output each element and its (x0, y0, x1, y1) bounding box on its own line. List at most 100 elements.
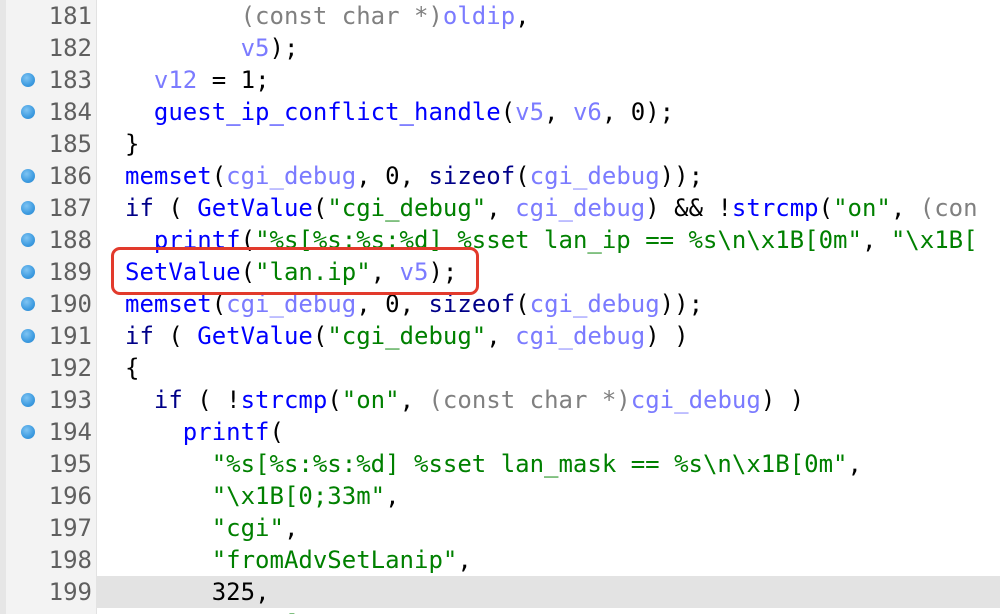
punct-token (125, 386, 154, 414)
code-line[interactable]: 191 if ( GetValue("cgi_debug", cgi_debug)… (0, 320, 1000, 352)
code-text[interactable]: 325, (125, 576, 270, 608)
code-text[interactable]: memset(cgi_debug, 0, sizeof(cgi_debug)); (125, 160, 703, 192)
punct-token: ( (515, 162, 530, 190)
variable-token: v6 (572, 98, 602, 126)
code-line[interactable]: 197 "cgi", (0, 512, 1000, 544)
code-text[interactable]: if ( !strcmp("on", (const char *)cgi_deb… (125, 384, 804, 416)
punct-token: ( (211, 290, 227, 318)
breakpoint-dot-icon[interactable] (21, 265, 35, 279)
code-text[interactable]: v12 = 1; (125, 64, 270, 96)
code-line[interactable]: 193 if ( !strcmp("on", (const char *)cgi… (0, 384, 1000, 416)
function-token: printf (153, 226, 241, 254)
breakpoint-dot-icon[interactable] (21, 233, 35, 247)
code-line[interactable]: 189 SetValue("lan.ip", v5); (0, 256, 1000, 288)
breakpoint-dot-icon[interactable] (21, 201, 35, 215)
punct-token: , (342, 610, 356, 614)
punct-token: ( (240, 258, 256, 286)
punct-token: , (601, 98, 631, 126)
code-text[interactable]: (const char *)oldip, (125, 0, 530, 32)
code-text[interactable]: if ( GetValue("cgi_debug", cgi_debug) &&… (125, 192, 978, 224)
breakpoint-dot-icon[interactable] (21, 425, 35, 439)
breakpoint-dot-icon[interactable] (21, 393, 35, 407)
code-text[interactable]: "\x1B[0;33m", (125, 480, 400, 512)
code-line[interactable]: 198 "fromAdvSetLanip", (0, 544, 1000, 576)
code-line[interactable]: 181 (const char *)oldip, (0, 0, 1000, 32)
number-token: 0 (385, 290, 400, 318)
string-token: "fromAdvSetLanip" (211, 546, 458, 574)
punct-token (125, 578, 212, 606)
punct-token: , (399, 162, 429, 190)
code-line[interactable]: 194 printf( (0, 416, 1000, 448)
code-text[interactable]: v5); (125, 32, 299, 64)
code-line[interactable]: 190 memset(cgi_debug, 0, sizeof(cgi_debug… (0, 288, 1000, 320)
code-line[interactable]: 184 guest_ip_conflict_handle(v5, v6, 0); (0, 96, 1000, 128)
code-line[interactable]: 188 printf("%s[%s:%s:%d] %sset lan_ip ==… (0, 224, 1000, 256)
code-line[interactable]: 187 if ( GetValue("cgi_debug", cgi_debug)… (0, 192, 1000, 224)
code-line[interactable]: "\x1B[0m", (0, 608, 1000, 614)
number-token: 325 (211, 578, 256, 606)
code-text[interactable]: SetValue("lan.ip", v5); (125, 256, 457, 288)
code-text[interactable]: "%s[%s:%s:%d] %sset lan_mask == %s\n\x1B… (125, 448, 862, 480)
breakpoint-dot-icon[interactable] (21, 297, 35, 311)
code-text[interactable]: memset(cgi_debug, 0, sizeof(cgi_debug)); (125, 288, 703, 320)
code-text[interactable]: "fromAdvSetLanip", (125, 544, 472, 576)
breakpoint-dot-icon[interactable] (21, 329, 35, 343)
code-text[interactable]: } (125, 128, 139, 160)
cast-token: (const char *) (428, 386, 631, 414)
code-line[interactable]: 199 325, (0, 576, 1000, 608)
string-token: "lan.ip" (255, 258, 371, 286)
punct-token (125, 450, 212, 478)
breakpoint-dot-icon[interactable] (21, 73, 35, 87)
punct-token: ) ) (760, 386, 805, 414)
line-number: 191 (48, 322, 92, 350)
breakpoint-dot-icon[interactable] (21, 105, 35, 119)
code-text[interactable]: { (125, 352, 139, 384)
string-token: "%s[%s:%s:%d] %sset lan_ip == %s\n\x1B[0… (255, 226, 862, 254)
function-token: SetValue (125, 258, 241, 286)
code-line[interactable]: 196 "\x1B[0;33m", (0, 480, 1000, 512)
function-token: memset (125, 290, 212, 318)
code-text[interactable]: "cgi", (125, 512, 299, 544)
code-line[interactable]: 192 { (0, 352, 1000, 384)
code-line[interactable]: 183 v12 = 1; (0, 64, 1000, 96)
breakpoint-dot-icon[interactable] (21, 169, 35, 183)
code-text[interactable]: printf( (125, 416, 284, 448)
code-line[interactable]: 182 v5); (0, 32, 1000, 64)
punct-token: ( (240, 226, 256, 254)
code-text[interactable]: "\x1B[0m", (125, 608, 357, 614)
punct-token: , (370, 258, 400, 286)
code-line[interactable]: 186 memset(cgi_debug, 0, sizeof(cgi_debug… (0, 160, 1000, 192)
code-line[interactable]: 185} (0, 128, 1000, 160)
punct-token: , (457, 546, 472, 574)
punct-token: = (197, 66, 241, 94)
cast-token: (con (919, 194, 978, 222)
punct-token: ( ! (182, 386, 241, 414)
code-text[interactable]: guest_ip_conflict_handle(v5, v6, 0); (125, 96, 674, 128)
string-token: "on" (341, 386, 400, 414)
code-text[interactable]: if ( GetValue("cgi_debug", cgi_debug) ) (125, 320, 689, 352)
keyword-token: if (153, 386, 183, 414)
punct-token: ( (818, 194, 834, 222)
punct-token: , (399, 290, 429, 318)
punct-token (125, 610, 212, 614)
variable-token: cgi_debug (226, 162, 357, 190)
punct-token: } (125, 130, 140, 158)
keyword-token: sizeof (428, 162, 516, 190)
punct-token: , (356, 162, 386, 190)
punct-token: , (385, 482, 400, 510)
variable-token: v5 (399, 258, 429, 286)
line-number: 198 (48, 546, 92, 574)
line-number: 194 (48, 418, 92, 446)
variable-token: v12 (153, 66, 198, 94)
punct-token (125, 418, 183, 446)
number-token: 0 (385, 162, 400, 190)
punct-token: , (255, 578, 270, 606)
pseudocode-viewer[interactable]: 181 (const char *)oldip, 182 v5); 183 v12 … (0, 0, 1000, 614)
code-text[interactable]: printf("%s[%s:%s:%d] %sset lan_ip == %s\… (125, 224, 978, 256)
punct-token: , (399, 386, 429, 414)
code-line[interactable]: 195 "%s[%s:%s:%d] %sset lan_mask == %s\n… (0, 448, 1000, 480)
line-number: 187 (48, 194, 92, 222)
punct-token: ; (255, 66, 270, 94)
line-number: 182 (48, 34, 92, 62)
variable-token: v5 (240, 34, 270, 62)
